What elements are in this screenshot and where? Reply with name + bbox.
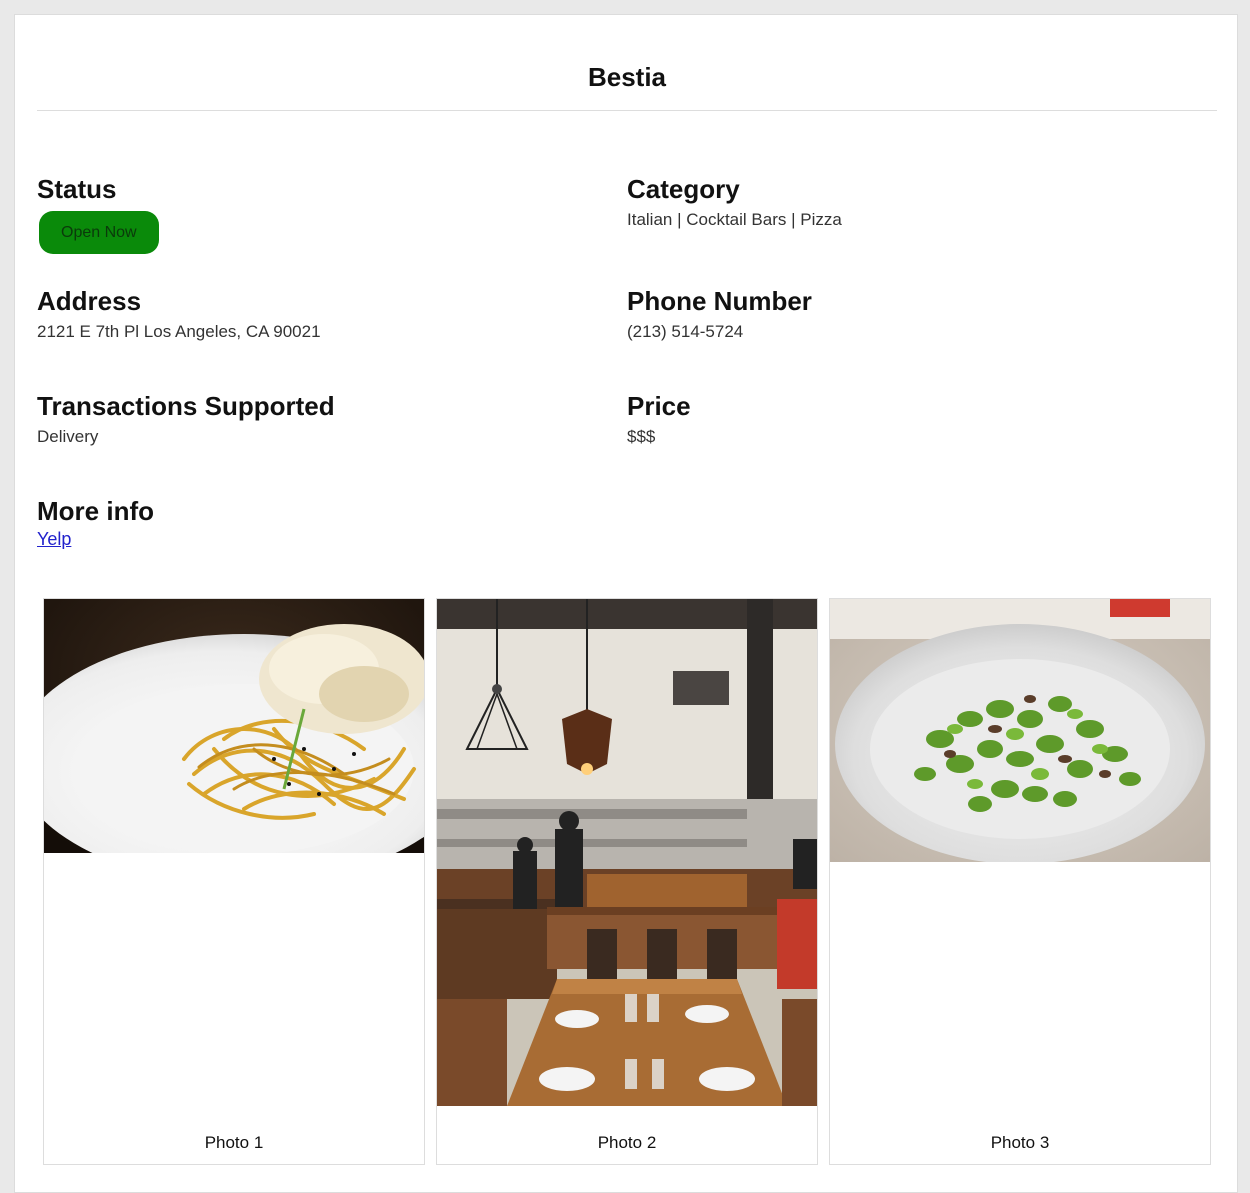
yelp-link[interactable]: Yelp [37, 528, 71, 550]
restaurant-card: Bestia Status Open Now Category Italian … [14, 14, 1238, 1193]
status-label: Status [37, 174, 117, 204]
phone-section: Phone Number (213) 514-5724 [627, 284, 812, 344]
photo-1-caption: Photo 1 [204, 1133, 264, 1152]
transactions-section: Transactions Supported Delivery [37, 389, 335, 449]
page-title: Bestia [587, 62, 667, 92]
photo-card-2: Photo 2 [436, 598, 818, 1165]
status-badge: Open Now [39, 211, 159, 254]
price-section: Price $$$ [627, 389, 691, 449]
category-section: Category Italian | Cocktail Bars | Pizza [627, 172, 842, 232]
green-vegetable-dish-illustration [830, 599, 1210, 862]
photo-2-caption: Photo 2 [597, 1133, 657, 1152]
more-info-label: More info [37, 496, 154, 526]
photo-card-1: Photo 1 [43, 598, 425, 1165]
pasta-dish-illustration [44, 599, 424, 853]
photo-2-image[interactable] [437, 599, 817, 1106]
transactions-value: Delivery [37, 427, 99, 446]
transactions-label: Transactions Supported [37, 391, 335, 421]
address-value: 2121 E 7th Pl Los Angeles, CA 90021 [37, 322, 321, 341]
address-section: Address 2121 E 7th Pl Los Angeles, CA 90… [37, 284, 321, 344]
photo-card-3: Photo 3 [829, 598, 1211, 1165]
address-label: Address [37, 286, 142, 316]
category-label: Category [627, 174, 740, 204]
price-label: Price [627, 391, 691, 421]
phone-value: (213) 514-5724 [627, 322, 744, 341]
category-value: Italian | Cocktail Bars | Pizza [627, 210, 842, 229]
title-divider [37, 110, 1217, 111]
photo-1-image[interactable] [44, 599, 424, 853]
price-value: $$$ [627, 427, 656, 446]
photo-3-image[interactable] [830, 599, 1210, 862]
restaurant-interior-illustration [437, 599, 817, 1106]
photo-3-caption: Photo 3 [990, 1133, 1050, 1152]
status-section: Status Open Now [37, 172, 159, 254]
phone-label: Phone Number [627, 286, 812, 316]
more-info-section: More info Yelp [37, 494, 154, 550]
